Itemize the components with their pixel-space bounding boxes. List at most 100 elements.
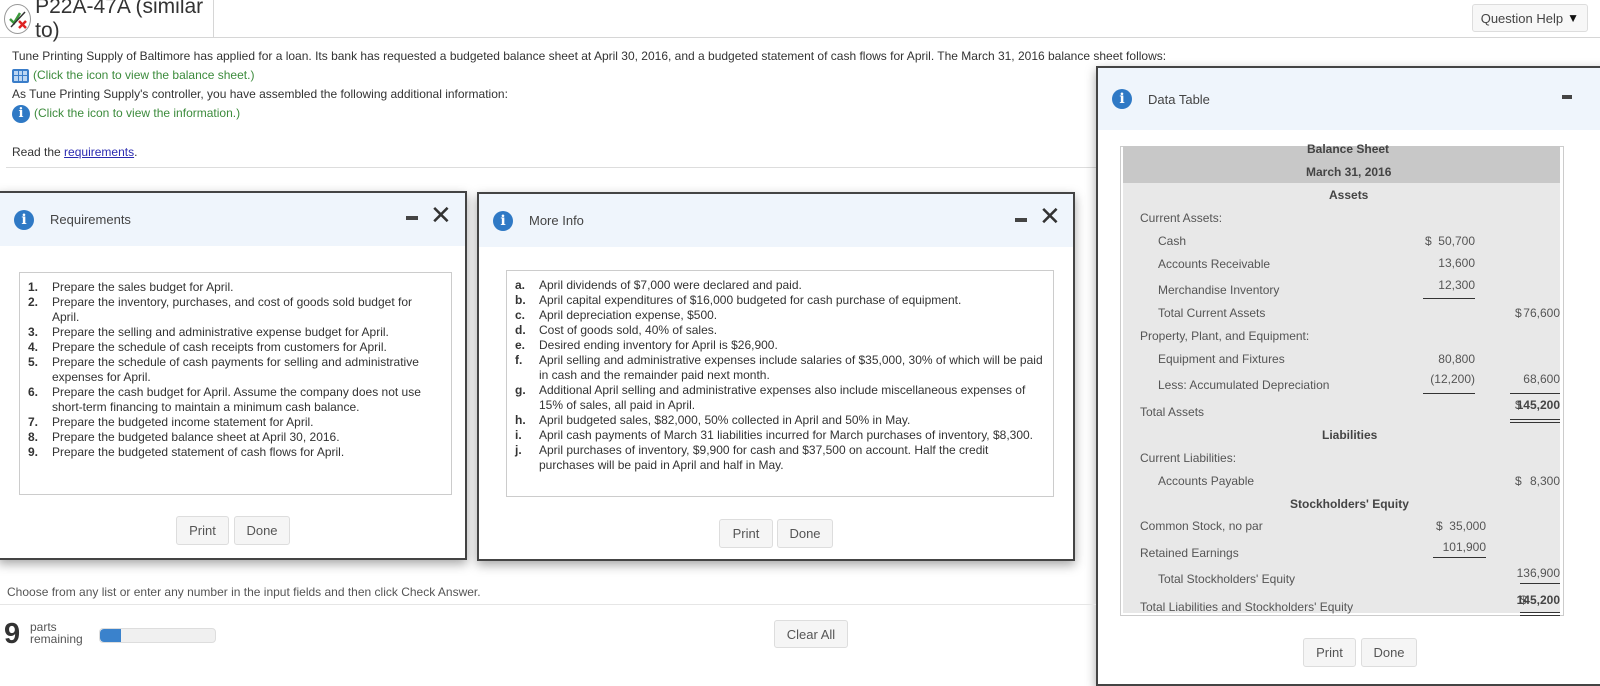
- info-link-text[interactable]: (Click the icon to view the information.…: [34, 104, 240, 123]
- progress-fill: [100, 629, 121, 642]
- list-item: 1. Prepare the sales budget for April.: [28, 280, 441, 295]
- list-item-text: Prepare the budgeted statement of cash f…: [52, 445, 345, 459]
- top-bar: P22A-47A (similar to) Question Help ▼: [0, 0, 1600, 42]
- list-item-text: April dividends of $7,000 were declared …: [539, 278, 802, 292]
- list-marker: j.: [515, 443, 522, 457]
- list-marker: 4.: [28, 340, 39, 354]
- list-item-text: Prepare the schedule of cash receipts fr…: [52, 340, 387, 354]
- list-item-text: Prepare the budgeted balance sheet at Ap…: [52, 430, 340, 444]
- total-equity-label: Total Stockholders' Equity: [1158, 572, 1296, 586]
- sheet-date: March 31, 2016: [1306, 165, 1392, 179]
- equipment-value: 80,800: [1438, 352, 1475, 366]
- accum-dep-value: (12,200): [1430, 372, 1475, 386]
- list-marker: f.: [515, 353, 523, 367]
- minimize-icon[interactable]: [406, 216, 418, 220]
- double-underline: [1520, 612, 1560, 616]
- list-item-text: April budgeted sales, $82,000, 50% colle…: [539, 413, 911, 427]
- question-intro: Tune Printing Supply of Baltimore has ap…: [12, 47, 1166, 123]
- requirements-link[interactable]: requirements: [64, 145, 134, 159]
- minimize-icon[interactable]: [1015, 218, 1027, 222]
- total-le-value: 145,200: [1516, 593, 1560, 607]
- list-item: g. Additional April selling and administr…: [515, 383, 1043, 413]
- close-icon[interactable]: ✕: [1039, 204, 1061, 230]
- question-title-area: P22A-47A (similar to): [0, 0, 214, 42]
- total-le-label: Total Liabilities and Stockholders' Equi…: [1140, 600, 1354, 614]
- underline: [1510, 393, 1560, 394]
- info-icon: i: [1112, 89, 1132, 109]
- list-item: a. April dividends of $7,000 were declare…: [515, 278, 1043, 293]
- inventory-label: Merchandise Inventory: [1158, 283, 1280, 297]
- list-item-text: Desired ending inventory for April is $2…: [539, 338, 778, 352]
- underline: [1520, 583, 1560, 584]
- data-table-modal-title: Data Table: [1148, 91, 1210, 107]
- ppe-net-value: 68,600: [1523, 372, 1560, 386]
- divider: [6, 167, 1096, 168]
- list-marker: 3.: [28, 325, 39, 339]
- more-info-modal: i More Info ✕ a. April dividends of $7,00…: [477, 192, 1075, 561]
- accum-dep-label: Less: Accumulated Depreciation: [1158, 378, 1330, 392]
- list-item: b. April capital expenditures of $16,000 …: [515, 293, 1043, 308]
- list-item: 2. Prepare the inventory, purchases, and …: [28, 295, 441, 325]
- total-current-value: 76,600: [1523, 306, 1560, 320]
- requirements-modal-header[interactable]: i Requirements ✕: [0, 193, 465, 246]
- done-button[interactable]: Done: [1361, 638, 1417, 667]
- current-assets-label: Current Assets:: [1140, 211, 1223, 225]
- done-button[interactable]: Done: [234, 516, 290, 545]
- list-marker: 7.: [28, 415, 39, 429]
- info-link[interactable]: i (Click the icon to view the informatio…: [12, 104, 1166, 123]
- retained-earnings-label: Retained Earnings: [1140, 546, 1239, 560]
- info-icon[interactable]: i: [12, 104, 30, 123]
- more-info-list: a. April dividends of $7,000 were declare…: [506, 270, 1054, 497]
- list-item: 5. Prepare the schedule of cash payments …: [28, 355, 441, 385]
- requirements-modal: i Requirements ✕ 1. Prepare the sales bud…: [0, 191, 467, 560]
- sheet-title: Balance Sheet: [1307, 142, 1390, 156]
- parts-label-2: remaining: [30, 632, 83, 646]
- cash-value: 50,700: [1438, 234, 1475, 248]
- list-marker: 9.: [28, 445, 39, 459]
- clear-all-button[interactable]: Clear All: [774, 620, 848, 648]
- list-item-text: Cost of goods sold, 40% of sales.: [539, 323, 718, 337]
- read-requirements: Read the requirements.: [12, 145, 137, 159]
- balance-sheet-link-text[interactable]: (Click the icon to view the balance shee…: [33, 66, 254, 85]
- equity-heading: Stockholders' Equity: [1290, 497, 1409, 511]
- print-button[interactable]: Print: [719, 519, 773, 548]
- print-button[interactable]: Print: [176, 516, 229, 545]
- table-grid-icon[interactable]: [12, 68, 29, 83]
- inventory-value: 12,300: [1438, 278, 1475, 292]
- list-item-text: April capital expenditures of $16,000 bu…: [539, 293, 962, 307]
- retained-earnings-value: 101,900: [1442, 540, 1486, 554]
- cash-label: Cash: [1158, 234, 1187, 248]
- balance-sheet-link[interactable]: (Click the icon to view the balance shee…: [12, 66, 1166, 85]
- common-stock-label: Common Stock, no par: [1140, 519, 1263, 533]
- more-info-modal-header[interactable]: i More Info ✕: [479, 194, 1073, 247]
- list-item: 7. Prepare the budgeted income statement …: [28, 415, 441, 430]
- ar-label: Accounts Receivable: [1158, 257, 1271, 271]
- list-item-text: April cash payments of March 31 liabilit…: [539, 428, 1034, 442]
- data-table-modal-header[interactable]: i Data Table: [1098, 68, 1600, 130]
- double-underline: [1510, 419, 1560, 423]
- list-marker: e.: [515, 338, 526, 352]
- minimize-icon[interactable]: [1562, 95, 1572, 99]
- ar-value: 13,600: [1438, 256, 1475, 270]
- question-help-button[interactable]: Question Help ▼: [1471, 4, 1588, 32]
- list-item: 6. Prepare the cash budget for April. Ass…: [28, 385, 441, 415]
- intro-text-2: As Tune Printing Supply's controller, yo…: [12, 87, 508, 101]
- info-icon: i: [14, 209, 34, 230]
- list-item-text: Prepare the sales budget for April.: [52, 280, 234, 294]
- question-help-label: Question Help: [1480, 10, 1564, 26]
- underline: [1433, 557, 1486, 558]
- close-icon[interactable]: ✕: [430, 203, 452, 229]
- list-item-text: Prepare the schedule of cash payments fo…: [52, 355, 419, 384]
- done-button[interactable]: Done: [777, 519, 833, 548]
- list-item: h. April budgeted sales, $82,000, 50% col…: [515, 413, 1043, 428]
- caret-down-icon: ▼: [1567, 11, 1579, 25]
- list-item: d. Cost of goods sold, 40% of sales.: [515, 323, 1043, 338]
- list-marker: 2.: [28, 295, 39, 309]
- current-liabilities-label: Current Liabilities:: [1140, 451, 1237, 465]
- list-item-text: Additional April selling and administrat…: [539, 383, 1026, 412]
- common-stock-value: 35,000: [1449, 519, 1486, 533]
- print-button[interactable]: Print: [1303, 638, 1356, 667]
- total-assets-value: 145,200: [1516, 398, 1560, 412]
- list-marker: a.: [515, 278, 526, 292]
- instruction-text: Choose from any list or enter any number…: [7, 585, 481, 599]
